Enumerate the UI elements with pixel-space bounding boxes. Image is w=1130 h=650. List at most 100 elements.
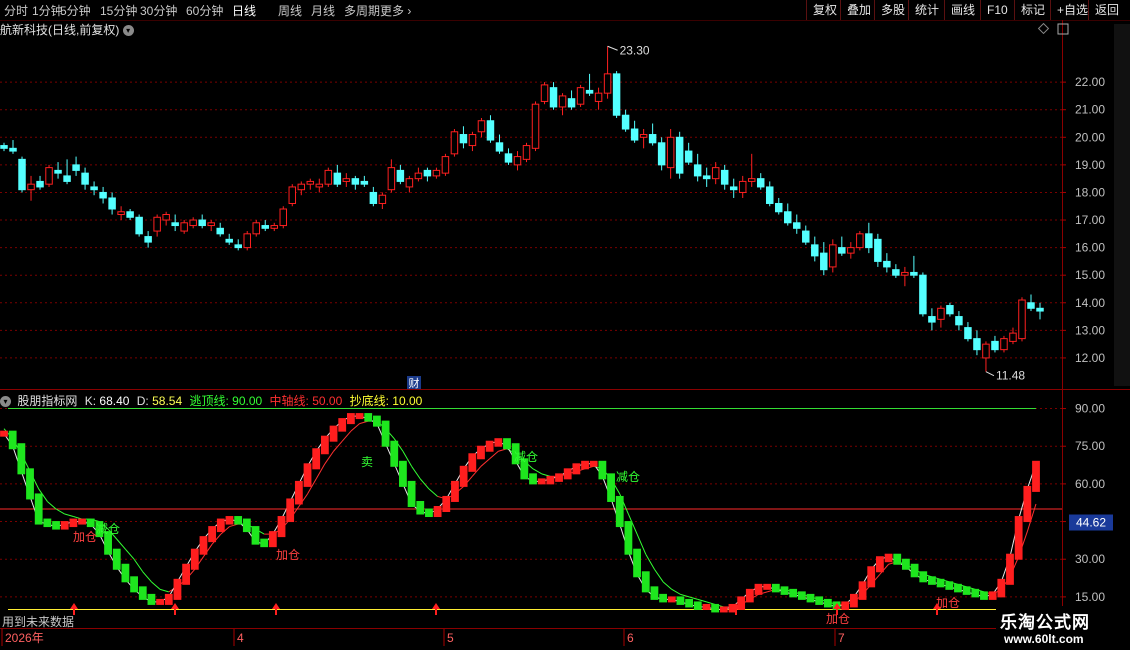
indicator-axis-label: 60.00 [1075,477,1105,491]
candle-body [45,167,53,185]
candle-body [892,269,900,276]
candle-body [856,233,864,249]
kd-bar [988,591,997,600]
d-line-segment [662,581,673,590]
kd-bar [884,553,893,563]
date-axis-label: 4 [237,631,244,645]
d-line-segment [116,538,126,550]
candle-body [198,219,206,227]
price-axis-label: 18.00 [1075,185,1105,199]
candle-body [612,73,621,116]
candle-body [549,87,558,108]
candle-body [811,244,819,257]
kd-bar [858,581,867,600]
d-line-segment [671,588,681,595]
kd-bar [962,586,971,595]
kd-bar [199,536,208,555]
candle-body [1000,338,1008,351]
kd-bar [598,460,607,480]
candle-body [54,169,62,174]
kd-bar [945,581,954,590]
kd-bar [1023,485,1032,523]
kd-bar [823,598,832,608]
kd-bar [17,443,26,475]
candle-body [378,194,387,204]
kd-bar [234,516,243,525]
candle-body [495,142,504,152]
d-line-segment [411,466,421,480]
high-marker-line [607,45,618,51]
kd-bar [364,413,373,422]
d-line-segment [133,558,144,573]
watermark-url: www.60lt.com [1004,632,1084,646]
candle-body [243,233,251,249]
kd-bar [797,591,806,600]
candle-body [90,186,98,191]
kd-bar [815,596,824,605]
candle-body [126,211,134,218]
kd-bar [346,413,355,425]
candle-body [919,274,927,315]
kd-bar [763,583,772,590]
kd-bar [1032,460,1040,492]
candle-body [234,244,242,249]
price-axis-label: 14.00 [1075,296,1105,310]
kd-bar [633,548,641,578]
candle-body [81,172,89,185]
candle-body [423,169,432,177]
candle-body [369,191,378,204]
kd-bar [537,478,546,485]
candle-body [702,175,711,180]
candle-body [297,183,306,191]
kd-bar [34,493,43,525]
candle-body [396,169,405,182]
candle-body [648,134,657,144]
kd-bar [268,531,277,548]
candle-body [504,153,513,163]
candle-body [910,271,918,276]
candle-body [441,156,450,174]
candle-body [576,87,585,105]
kd-bar [806,593,815,603]
candle-body [720,169,729,185]
date-axis-label: 2026年 [5,631,44,645]
candle-body [982,343,990,359]
candle-body [288,186,297,204]
candle-body [387,167,396,191]
d-line-segment [159,588,169,593]
candle-body [729,186,738,191]
candle-body [27,183,35,191]
price-axis-label: 22.00 [1075,75,1105,89]
candle-body [964,327,972,340]
candle-body [261,225,269,229]
indicator-axis-label: 30.00 [1075,552,1105,566]
buy-arrow-marker [70,603,78,615]
kd-bar [997,578,1006,598]
kd-bar [225,516,234,525]
kd-bar [928,576,936,585]
candle-body [360,180,369,185]
candle-body [711,167,720,180]
d-line-segment [489,450,499,460]
d-line-segment [654,568,664,583]
kd-bar [555,473,563,482]
kd-bar [286,498,295,523]
kd-bar [624,521,633,555]
kd-bar [936,578,945,588]
kd-bar [425,508,433,518]
candle-body [306,180,315,185]
diamond-icon[interactable] [1037,22,1050,35]
stock-chart-canvas[interactable]: 22.00 21.00 20.00 19.00 18.00 17.00 16.00 15.00… [0,0,1130,650]
candle-body [540,84,549,102]
date-axis-label: 5 [447,631,454,645]
kd-bar [208,526,217,543]
kd-bar [676,596,685,605]
candle-body [180,222,188,232]
candle-body [937,307,945,320]
candle-body [459,134,468,144]
d-line-segment [341,430,352,442]
candle-body [594,92,603,102]
candle-body [847,247,855,254]
candle-body [432,169,441,177]
kd-bar [182,563,191,585]
